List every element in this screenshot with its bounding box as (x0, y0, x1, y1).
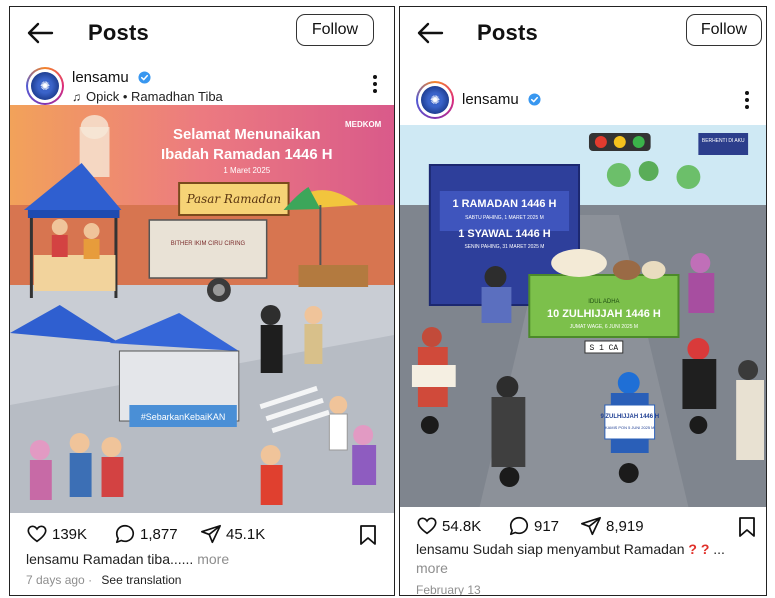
caption-more-link[interactable]: more (193, 551, 229, 567)
post-timestamp: 7 days ago (26, 573, 85, 587)
campaign-tag: #SebarkanKebaiKAN (141, 412, 226, 422)
like-action[interactable]: 54.8K (416, 515, 481, 537)
truck-line-2: SABTU PAHING, 1 MARET 2025 M (465, 215, 544, 221)
post-card-ramadan-tiba: Posts Follow ✺ lensamu ♫ Opick • Ramadhan… (9, 6, 395, 596)
share-count: 45.1K (226, 525, 266, 543)
username-text[interactable]: lensamu (72, 69, 129, 86)
comment-count: 917 (534, 517, 560, 535)
caption-username[interactable]: lensamu (416, 541, 469, 557)
comment-icon[interactable] (114, 523, 136, 545)
comment-action[interactable]: 1,877 (114, 523, 178, 545)
caption-more-link[interactable]: more (416, 560, 448, 576)
post-author-row: ✺ lensamu (400, 79, 766, 125)
username-text[interactable]: lensamu (462, 91, 519, 108)
truck-line-4: SENIN PAHING, 31 MARET 2025 M (464, 244, 544, 250)
like-count: 54.8K (442, 517, 482, 535)
share-action[interactable]: 8,919 (580, 515, 644, 537)
share-icon[interactable] (200, 523, 222, 545)
banner-line-1: Selamat Menunaikan (173, 126, 321, 143)
caption-text: Sudah siap menyambut Ramadan (468, 541, 685, 557)
post-card-siap-ramadan: Posts Follow ✺ lensamu BERHENTI DI AKU 1… (399, 6, 767, 596)
market-sign: Pasar Ramadan (186, 192, 282, 206)
share-action[interactable]: 45.1K (200, 523, 265, 545)
caption-ellipsis: ... (709, 541, 725, 557)
follow-button[interactable]: Follow (686, 14, 762, 46)
bookmark-icon[interactable] (738, 516, 756, 538)
see-translation-link[interactable]: See translation (101, 573, 181, 587)
post-caption: lensamu Ramadan tiba...... more (26, 550, 384, 569)
back-arrow-icon[interactable] (416, 21, 444, 45)
post-image-ramadan-market[interactable]: Selamat Menunaikan Ibadah Ramadan 1446 H… (10, 105, 394, 513)
post-timestamp: February 13 (416, 583, 481, 596)
page-title: Posts (88, 20, 149, 45)
heart-icon[interactable] (26, 523, 48, 545)
page-title: Posts (477, 20, 538, 45)
truck-line-3: 1 SYAWAL 1446 H (458, 228, 551, 240)
verified-icon (528, 93, 541, 106)
comment-icon[interactable] (508, 515, 530, 537)
caption-text: Ramadan tiba...... (78, 551, 194, 567)
pickup-line-1: IDUL ADHA (588, 299, 619, 305)
music-label[interactable]: Opick • Ramadhan Tiba (86, 89, 223, 104)
caption-username[interactable]: lensamu (26, 551, 79, 567)
more-options-icon[interactable] (372, 73, 378, 95)
follow-button[interactable]: Follow (296, 14, 374, 46)
more-options-icon[interactable] (744, 89, 750, 111)
caption-question-marks: ? ? (688, 541, 710, 557)
heart-icon[interactable] (416, 515, 438, 537)
post-image-traffic-calendar[interactable]: BERHENTI DI AKU 1 RAMADAN 1446 H SABTU P… (400, 125, 766, 507)
banner-date: 1 Maret 2025 (223, 166, 270, 175)
brand-logo-text: MEDKOM (345, 120, 382, 129)
top-bar: Posts Follow (10, 7, 394, 59)
sign-right: BERHENTI DI AKU (702, 138, 745, 144)
username[interactable]: lensamu (462, 91, 541, 108)
post-meta: 7 days ago · See translation (26, 573, 182, 587)
back-arrow-icon[interactable] (26, 21, 54, 45)
username[interactable]: lensamu (72, 69, 151, 86)
pickup-line-2: 10 ZULHIJJAH 1446 H (547, 308, 661, 320)
like-action[interactable]: 139K (26, 523, 87, 545)
banner-line-2: Ibadah Ramadan 1446 H (161, 146, 333, 163)
music-line[interactable]: ♫ Opick • Ramadhan Tiba (72, 89, 223, 104)
music-note-icon: ♫ (72, 90, 81, 104)
share-count: 8,919 (606, 517, 644, 535)
share-icon[interactable] (580, 515, 602, 537)
verified-icon (138, 71, 151, 84)
post-caption: lensamu Sudah siap menyambut Ramadan ? ?… (416, 540, 756, 578)
post-actions: 54.8K 917 8,919 (400, 513, 766, 543)
post-actions: 139K 1,877 45.1K (10, 521, 394, 551)
pickup-line-3: JUMAT WAGE, 6 JUNI 2025 M (570, 324, 638, 330)
like-count: 139K (52, 525, 88, 543)
bike-sign-sub: KAMIS PON 5 JUNI 2025 M (605, 425, 654, 430)
avatar[interactable]: ✺ (416, 81, 454, 119)
comment-count: 1,877 (140, 525, 178, 543)
top-bar: Posts Follow (400, 7, 766, 59)
truck-line-1: 1 RAMADAN 1446 H (452, 198, 556, 210)
plate-text: S 1 CA (590, 344, 619, 353)
cart-sign: BITHER IKIM CIRU CIRING (171, 241, 246, 247)
bike-sign: 9 ZULHIJJAH 1446 H (600, 414, 659, 420)
bookmark-icon[interactable] (359, 524, 377, 546)
comment-action[interactable]: 917 (508, 515, 559, 537)
avatar[interactable]: ✺ (26, 67, 64, 105)
post-meta: February 13 (416, 583, 481, 596)
